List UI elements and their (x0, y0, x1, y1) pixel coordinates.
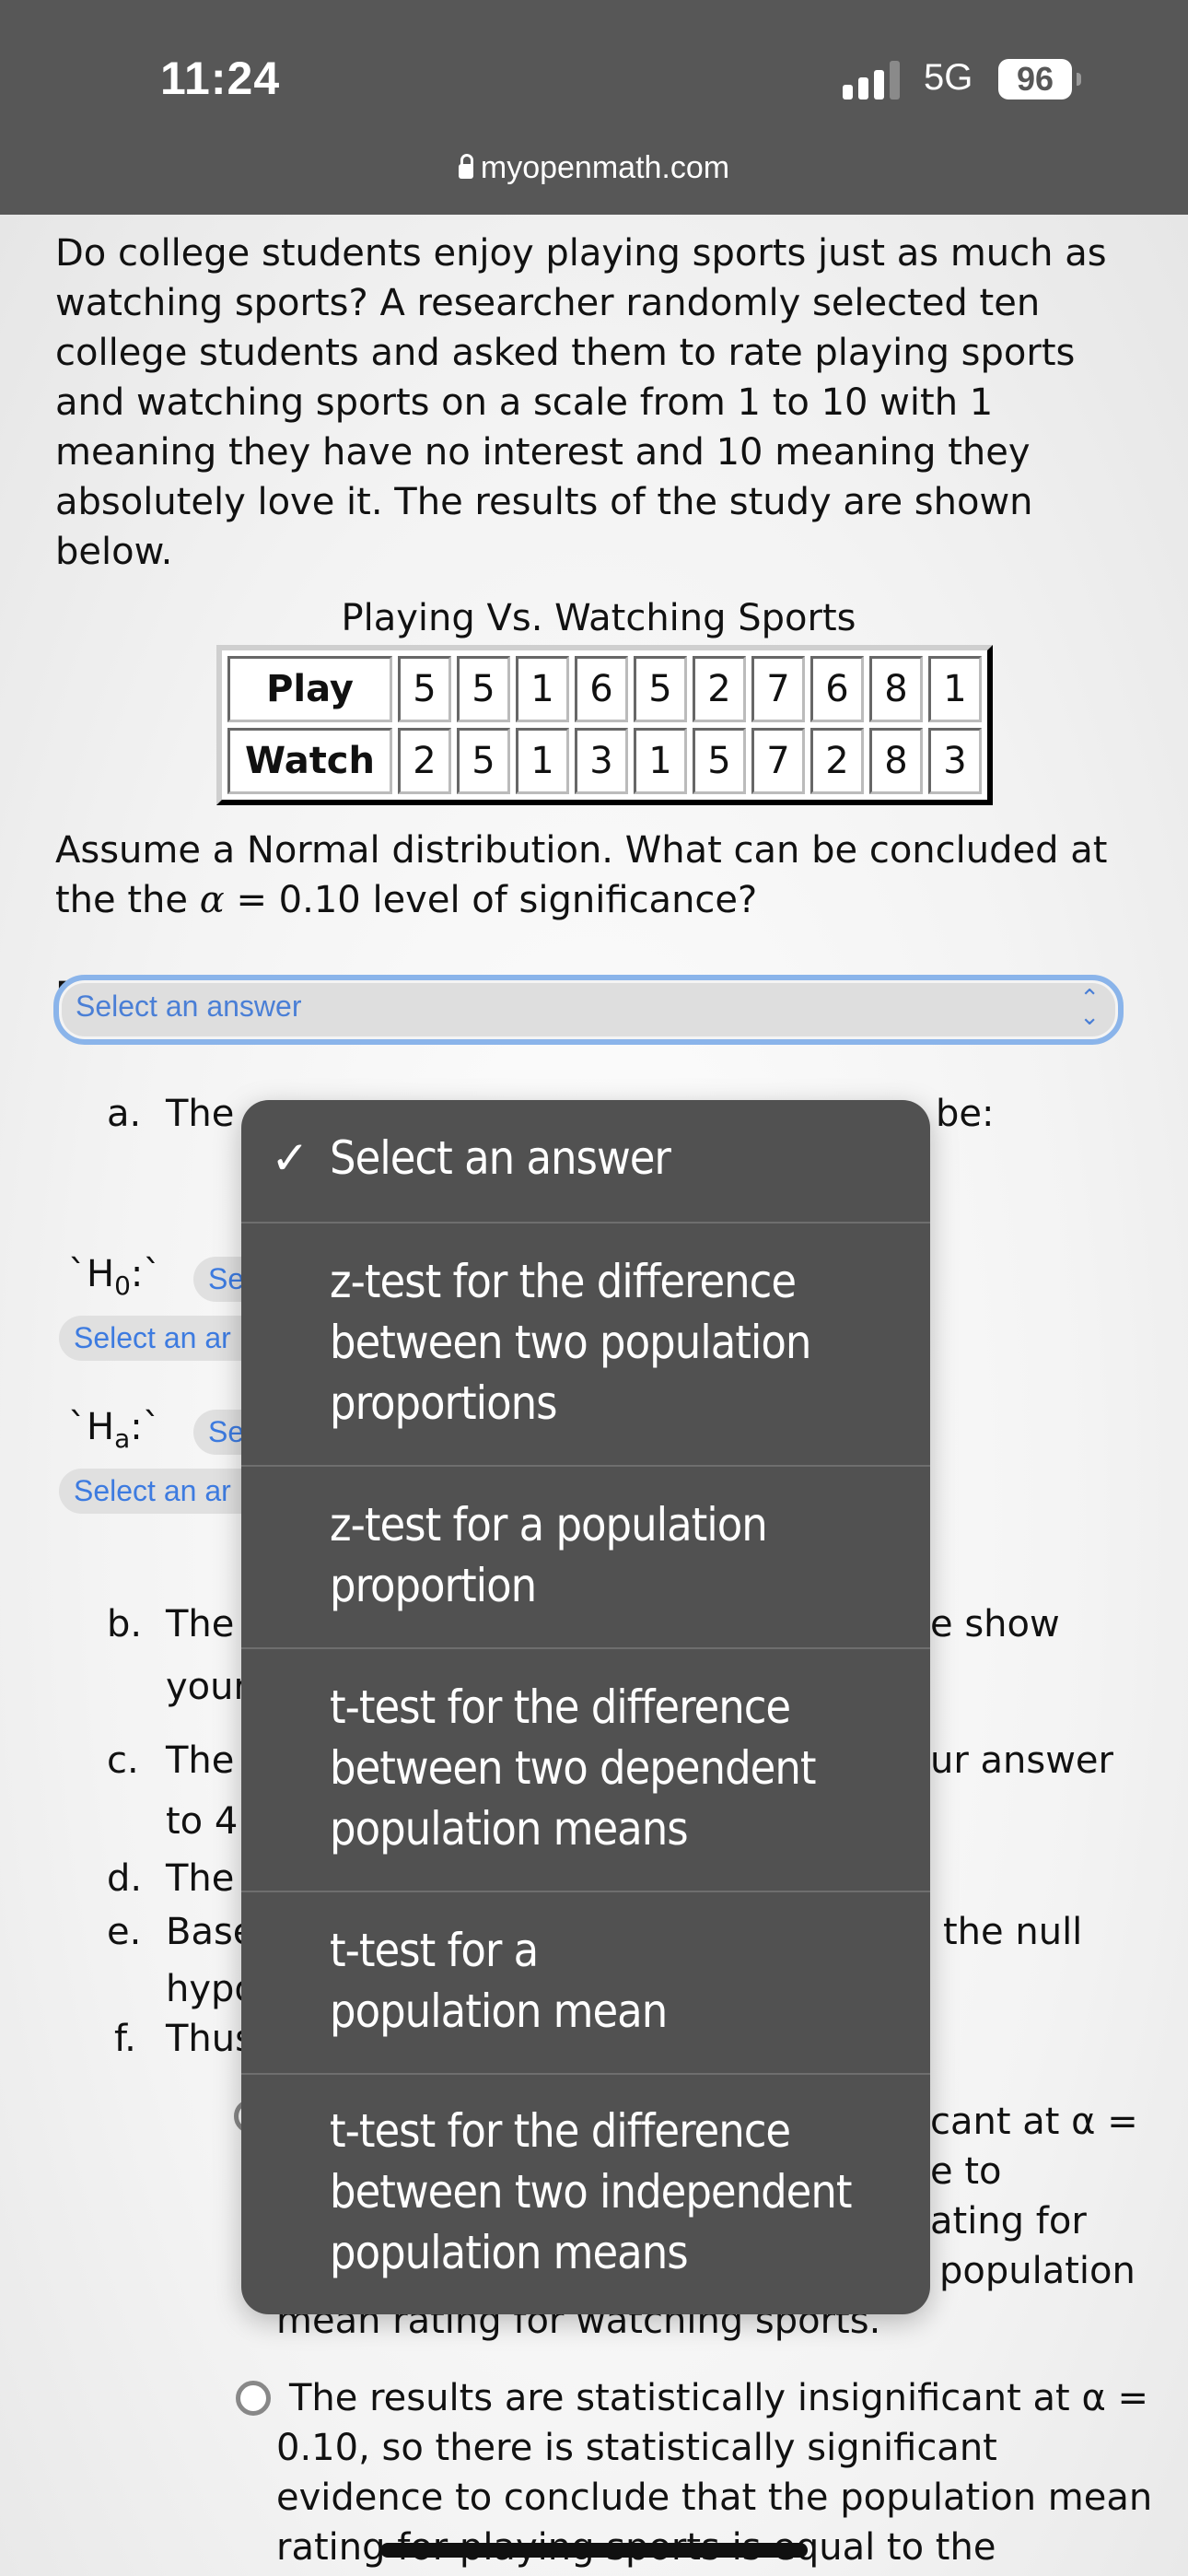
table-cell: 2 (693, 656, 746, 722)
option-label: Select an answer (330, 1131, 671, 1185)
table-cell: 7 (751, 656, 805, 722)
dropdown-option-t-test-one-mean[interactable]: t-test for a population mean (241, 1891, 930, 2073)
alpha-symbol: α (199, 879, 225, 921)
table-cell: 5 (457, 656, 510, 722)
table-cell: 5 (457, 728, 510, 794)
table-cell: 5 (634, 656, 687, 722)
part-b-text-line2: your (166, 1666, 249, 1708)
part-d-marker: d. (107, 1857, 143, 1900)
h0-operator-select[interactable]: Select an ar (59, 1316, 271, 1361)
answer-2-line: The results are statistically insignific… (289, 2377, 1149, 2419)
option-label: t-test for the difference (330, 2104, 791, 2158)
table-cell: 5 (398, 656, 451, 722)
prompt-text: the the (55, 879, 200, 921)
dropdown-option-t-test-dependent-means[interactable]: t-test for the difference between two de… (241, 1647, 930, 1891)
question-content: Do college students enjoy playing sports… (55, 228, 1142, 1021)
network-type: 5G (924, 57, 973, 98)
question-prompt: Assume a Normal distribution. What can b… (55, 825, 1142, 925)
home-indicator[interactable] (380, 2543, 808, 2558)
answer-1-fragment: e to (930, 2150, 1002, 2193)
table-cell: 5 (693, 728, 746, 794)
prompt-line-1: Assume a Normal distribution. What can b… (55, 829, 1108, 872)
h0-subscript: 0 (114, 1270, 131, 1301)
chevron-updown-icon: ⌃ ⌄ (1079, 985, 1100, 1031)
option-label: population means (330, 1802, 689, 1856)
part-b-text-end: e show (930, 1603, 1060, 1645)
option-label: z-test for a population (330, 1498, 768, 1551)
part-a-text-end: be: (936, 1093, 995, 1135)
answer-1-fragment: population (939, 2250, 1136, 2292)
answer-1-fragment: cant at α = (930, 2101, 1138, 2143)
table-cell: 3 (928, 728, 982, 794)
table-row-play: Play 5 5 1 6 5 2 7 6 8 1 (227, 656, 982, 722)
part-e-text-end: the null (943, 1911, 1083, 1953)
table-cell: 8 (869, 656, 923, 722)
part-e-marker: e. (107, 1911, 142, 1953)
table-cell: 8 (869, 728, 923, 794)
dropdown-option-select-an-answer[interactable]: ✓ Select an answer (241, 1100, 930, 1222)
part-b-text: The (166, 1603, 235, 1645)
part-b-marker: b. (107, 1603, 143, 1645)
answer-1-fragment: ating for (930, 2200, 1087, 2242)
part-c-text: The (166, 1739, 235, 1782)
table-cell: 1 (516, 728, 569, 794)
ha-subscript: a (114, 1423, 131, 1454)
table-cell: 7 (751, 728, 805, 794)
row-label: Play (227, 656, 392, 722)
status-bar: 11:24 5G 96 myopenmath.com (0, 0, 1188, 215)
option-label: z-test for the difference (330, 1255, 797, 1308)
table-cell: 1 (516, 656, 569, 722)
lock-icon (458, 154, 473, 179)
table-title: Playing Vs. Watching Sports (341, 597, 856, 639)
prompt-line-2: the the α = 0.10 level of significance? (55, 875, 1142, 925)
row-label: Watch (227, 728, 392, 794)
option-label: between two independent (330, 2165, 852, 2219)
answer-2-line: 0.10, so there is statistically signific… (276, 2427, 997, 2469)
data-table: Play 5 5 1 6 5 2 7 6 8 1 Watch 2 5 1 3 1… (216, 645, 993, 805)
h0-label: `H0:` (68, 1253, 162, 1301)
checkmark-icon: ✓ (271, 1131, 309, 1185)
option-label: between two population (330, 1316, 811, 1369)
table-cell: 3 (575, 728, 628, 794)
ha-label: `Ha:` (68, 1406, 161, 1454)
ha-operator-select[interactable]: Select an ar (59, 1469, 271, 1514)
part-f-marker: f. (114, 2018, 136, 2060)
table-row-watch: Watch 2 5 1 3 1 5 7 2 8 3 (227, 728, 982, 794)
test-type-select[interactable]: Select an answer ⌃ ⌄ (53, 975, 1124, 1045)
option-label: proportion (330, 1559, 537, 1612)
test-type-dropdown-menu: ✓ Select an answer z-test for the differ… (241, 1100, 930, 2314)
table-cell: 6 (810, 656, 864, 722)
part-a-text: The (166, 1093, 235, 1135)
prompt-text: = 0.10 level of significance? (224, 879, 758, 921)
cellular-signal-icon (843, 61, 902, 100)
table-cell: 1 (928, 656, 982, 722)
option-label: t-test for a (330, 1924, 539, 1977)
option-label: population mean (330, 1985, 668, 2038)
dropdown-option-z-test-one-proportion[interactable]: z-test for a population proportion (241, 1465, 930, 1647)
table-cell: 1 (634, 728, 687, 794)
select-placeholder: Select an answer (76, 989, 302, 1023)
option-label: t-test for the difference (330, 1680, 791, 1734)
part-c-marker: c. (107, 1739, 139, 1782)
dropdown-option-z-test-two-proportions[interactable]: z-test for the difference between two po… (241, 1222, 930, 1465)
dropdown-option-t-test-independent-means[interactable]: t-test for the difference between two in… (241, 2073, 930, 2314)
clock: 11:24 (160, 53, 281, 104)
option-label: between two dependent (330, 1741, 816, 1795)
answer-2-line: evidence to conclude that the population… (276, 2476, 1153, 2519)
url-text: myopenmath.com (480, 150, 730, 185)
answer-radio-2[interactable] (236, 2381, 271, 2416)
question-intro: Do college students enjoy playing sports… (55, 232, 1107, 573)
part-d-text: The (166, 1857, 235, 1900)
table-cell: 2 (398, 728, 451, 794)
battery-icon: 96 (998, 59, 1072, 100)
part-a-marker: a. (107, 1093, 142, 1135)
table-cell: 6 (575, 656, 628, 722)
address-bar[interactable]: myopenmath.com (0, 150, 1188, 186)
part-c-text-end: ur answer (930, 1739, 1113, 1782)
part-c-text-line2: to 4 (166, 1800, 239, 1843)
option-label: proportions (330, 1376, 558, 1430)
table-cell: 2 (810, 728, 864, 794)
option-label: population means (330, 2226, 689, 2279)
battery-tip (1077, 73, 1081, 86)
